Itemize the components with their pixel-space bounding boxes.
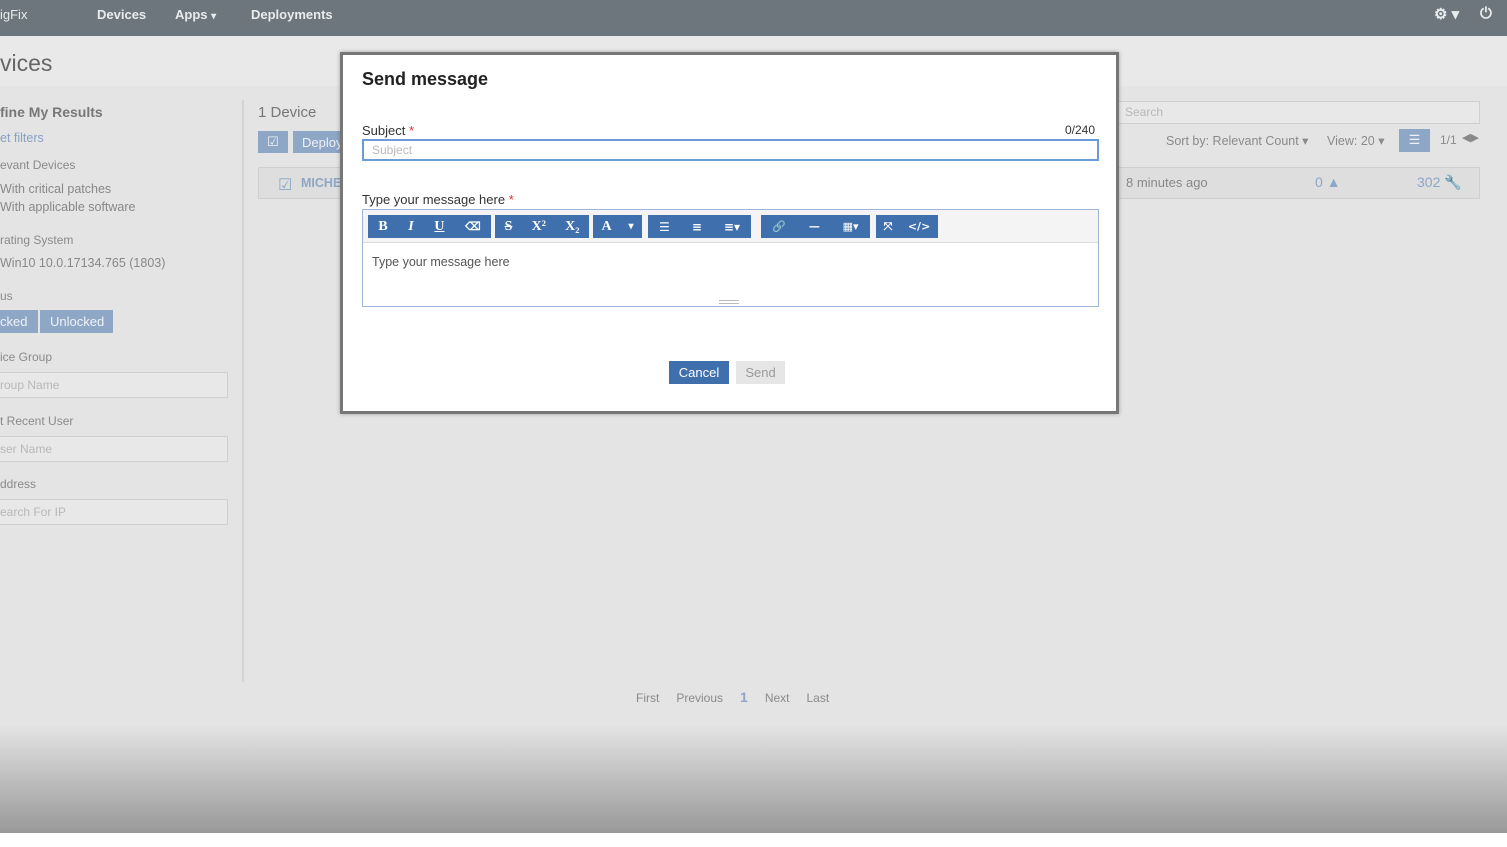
underline-icon[interactable]: U [434, 219, 444, 235]
search-input[interactable]: Search [1118, 101, 1480, 124]
previous-page[interactable]: Previous [676, 691, 723, 705]
current-page[interactable]: 1 [740, 689, 748, 705]
subject-input[interactable]: Subject [362, 139, 1099, 161]
chevron-down-icon: ▾ [211, 11, 217, 22]
table-icon[interactable]: ▦▾ [843, 220, 859, 233]
view-group: ⤧ </> [876, 215, 938, 238]
send-button[interactable]: Send [736, 361, 785, 384]
warning-icon: ▲ [1326, 174, 1341, 190]
patch-count: 302 🔧 [1417, 174, 1462, 190]
filter-os[interactable]: Win10 10.0.17134.765 (1803) [0, 256, 165, 270]
page-indicator: 1/1 [1440, 133, 1457, 147]
user-label: t Recent User [0, 414, 74, 428]
last-seen: 8 minutes ago [1126, 175, 1208, 190]
select-all-checkbox-icon[interactable]: ☑ [258, 131, 288, 153]
gear-icon[interactable]: ⚙ ▾ [1434, 5, 1459, 23]
chevron-down-icon[interactable]: ▾ [629, 221, 634, 232]
filter-applicable-software[interactable]: With applicable software [0, 200, 135, 214]
row-checkbox-icon[interactable]: ☑ [278, 175, 292, 195]
nav-apps[interactable]: Apps ▾ [175, 7, 216, 22]
nav-devices[interactable]: Devices [97, 7, 146, 22]
locked-button[interactable]: cked [0, 310, 38, 333]
bulleted-list-icon[interactable]: ☰ [659, 220, 670, 234]
fullscreen-icon[interactable]: ⤧ [884, 220, 893, 234]
cancel-button[interactable]: Cancel [669, 361, 729, 384]
group-label: ice Group [0, 350, 53, 364]
sidebar-heading: fine My Results [0, 104, 103, 120]
font-color-group: A ▾ [593, 215, 642, 238]
eraser-icon[interactable]: ⌫ [465, 220, 481, 233]
filter-critical-patches[interactable]: With critical patches [0, 182, 111, 196]
list-group: ☰ ≡ ≡▾ [648, 215, 751, 238]
ip-input[interactable]: earch For IP [0, 499, 228, 525]
resize-handle[interactable] [719, 300, 739, 304]
link-icon[interactable]: 🔗 [772, 220, 786, 233]
alerts-count: 0 ▲ [1315, 174, 1341, 190]
editor-toolbar: B I U ⌫ S X² X₂ A ▾ ☰ ≡ ≡▾ 🔗 — ▦▾ ⤧ </> [363, 210, 1098, 243]
horizontal-rule-icon[interactable]: — [809, 220, 820, 233]
script-group: S X² X₂ [495, 215, 589, 238]
user-name-input[interactable]: ser Name [0, 436, 228, 462]
top-nav: igFix Devices Apps ▾ Deployments ⚙ ▾ ⏻ [0, 0, 1507, 36]
subject-label: Subject * [362, 123, 415, 138]
view-dropdown[interactable]: View: 20 ▾ [1327, 133, 1384, 148]
unlocked-button[interactable]: Unlocked [40, 310, 113, 333]
message-label: Type your message here * [362, 192, 514, 207]
char-counter: 0/240 [1065, 123, 1096, 137]
first-page[interactable]: First [636, 691, 659, 705]
strikethrough-icon[interactable]: S [505, 219, 513, 235]
list-view-icon[interactable]: ☰ [1399, 129, 1430, 152]
prev-next-arrows-icon[interactable]: ◀▶ [1462, 131, 1479, 144]
code-view-icon[interactable]: </> [908, 220, 930, 233]
italic-icon[interactable]: I [408, 219, 413, 235]
next-page[interactable]: Next [765, 691, 790, 705]
dialog-title: Send message [362, 69, 489, 89]
brand-logo: igFix [0, 7, 28, 22]
bold-icon[interactable]: B [378, 219, 387, 235]
last-page[interactable]: Last [807, 691, 830, 705]
font-color-icon[interactable]: A [601, 219, 611, 235]
numbered-list-icon[interactable]: ≡ [692, 220, 702, 234]
reset-filters-link[interactable]: et filters [0, 131, 44, 145]
relevant-label: evant Devices [0, 158, 76, 172]
power-icon[interactable]: ⏻ [1480, 5, 1492, 22]
superscript-icon[interactable]: X² [532, 219, 546, 235]
format-group: B I U ⌫ [368, 215, 491, 238]
device-count: 1 Device [258, 104, 317, 121]
ip-label: ddress [0, 477, 37, 491]
wrench-icon: 🔧 [1444, 174, 1462, 190]
divider [242, 100, 244, 682]
pagination: First Previous 1 Next Last [636, 689, 830, 705]
send-message-dialog: Send message Subject * 0/240 Subject Typ… [340, 52, 1119, 414]
nav-deployments[interactable]: Deployments [251, 7, 333, 22]
subscript-icon[interactable]: X₂ [565, 219, 579, 235]
rich-text-editor: B I U ⌫ S X² X₂ A ▾ ☰ ≡ ≡▾ 🔗 — ▦▾ ⤧ </> … [362, 209, 1099, 307]
page-title: vices [0, 50, 53, 76]
group-name-input[interactable]: roup Name [0, 372, 228, 398]
os-label: rating System [0, 233, 74, 247]
message-input[interactable]: Type your message here [372, 255, 510, 269]
align-icon[interactable]: ≡▾ [724, 220, 740, 234]
device-name-link[interactable]: MICHE [301, 176, 341, 190]
insert-group: 🔗 — ▦▾ [761, 215, 870, 238]
status-label: us [0, 289, 13, 303]
sort-dropdown[interactable]: Sort by: Relevant Count ▾ [1166, 133, 1308, 148]
